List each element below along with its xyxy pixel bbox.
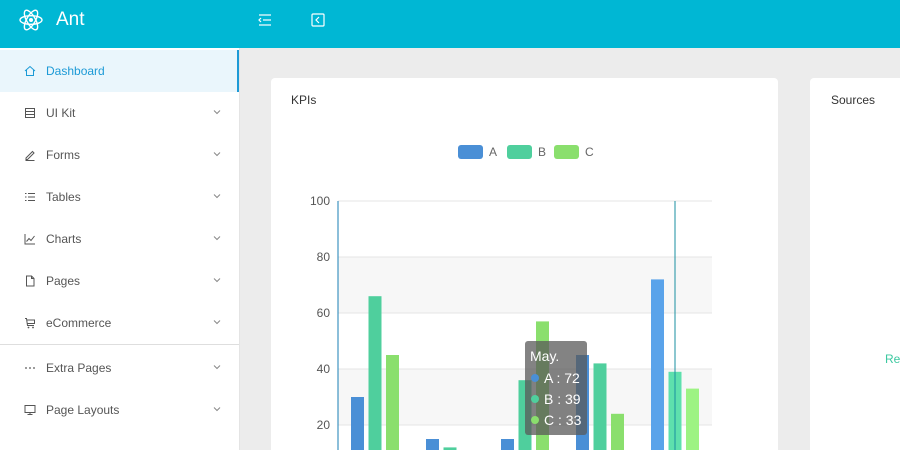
sidebar-item-label: Forms xyxy=(46,148,80,162)
sidebar: Dashboard UI Kit Forms Tables Charts Pag xyxy=(0,48,240,450)
home-icon xyxy=(24,65,36,77)
tooltip-value: C : 33 xyxy=(544,412,582,428)
chevron-down-icon xyxy=(213,151,221,157)
database-icon xyxy=(24,107,36,119)
brand[interactable]: Ant xyxy=(18,7,85,33)
sidebar-item-extra-pages[interactable]: Extra Pages xyxy=(0,347,239,389)
shopping-cart-icon xyxy=(24,317,36,329)
desktop-icon xyxy=(24,404,36,416)
chevron-down-icon xyxy=(213,319,221,325)
sidebar-item-label: Dashboard xyxy=(46,64,105,78)
legend-label: A xyxy=(489,145,498,159)
legend-label: C xyxy=(585,145,594,159)
chevron-down-icon xyxy=(213,109,221,115)
sidebar-item-label: Page Layouts xyxy=(46,403,120,417)
tooltip-value: B : 39 xyxy=(544,391,581,407)
sidebar-item-dashboard[interactable]: Dashboard xyxy=(0,50,239,92)
tooltip-dot xyxy=(531,374,539,382)
edit-icon xyxy=(24,149,36,161)
sidebar-item-ui-kit[interactable]: UI Kit xyxy=(0,92,239,134)
top-header: Ant xyxy=(0,0,900,48)
collapse-panel-button[interactable] xyxy=(310,12,326,28)
react-logo-icon xyxy=(19,9,43,31)
legend-swatch xyxy=(458,145,483,159)
sidebar-item-label: Pages xyxy=(46,274,81,288)
sidebar-item-charts[interactable]: Charts xyxy=(0,218,239,260)
tooltip-title: May. xyxy=(530,348,560,364)
sidebar-item-page-layouts[interactable]: Page Layouts xyxy=(0,389,239,431)
sidebar-item-label: Tables xyxy=(46,190,81,204)
tooltip-row-b: B : 39 xyxy=(531,391,581,407)
sources-card xyxy=(810,78,900,450)
sidebar-item-forms[interactable]: Forms xyxy=(0,134,239,176)
ellipsis-icon xyxy=(24,362,36,374)
sources-card-title: Sources xyxy=(831,93,876,107)
tooltip-row-a: A : 72 xyxy=(531,370,580,386)
legend-item-b[interactable]: B xyxy=(507,145,546,159)
chevron-down-icon xyxy=(213,193,221,199)
app-name: Ant xyxy=(56,9,85,30)
sidebar-item-pages[interactable]: Pages xyxy=(0,260,239,302)
menu-fold-icon xyxy=(258,14,271,26)
legend-swatch xyxy=(507,145,532,159)
legend-label: B xyxy=(538,145,547,159)
chart-tooltip: May. A : 72 B : 39 C : 33 xyxy=(525,341,587,435)
kpis-card-title: KPIs xyxy=(291,93,317,107)
sidebar-item-tables[interactable]: Tables xyxy=(0,176,239,218)
line-chart-icon xyxy=(24,233,36,245)
sidebar-item-label: Charts xyxy=(46,232,82,246)
legend-item-c[interactable]: C xyxy=(554,145,594,159)
menu-fold-button[interactable] xyxy=(257,12,273,28)
chevron-down-icon xyxy=(213,277,221,283)
chevron-down-icon xyxy=(213,364,221,370)
chevron-down-icon xyxy=(213,235,221,241)
legend-swatch xyxy=(554,145,579,159)
sidebar-item-label: Extra Pages xyxy=(46,361,112,375)
tooltip-dot xyxy=(531,416,539,424)
legend-item-a[interactable]: A xyxy=(458,145,497,159)
tooltip-row-c: C : 33 xyxy=(531,412,581,428)
file-icon xyxy=(24,275,36,287)
sidebar-item-label: UI Kit xyxy=(46,106,76,120)
sidebar-item-label: eCommerce xyxy=(46,316,112,330)
sidebar-item-ecommerce[interactable]: eCommerce xyxy=(0,302,239,344)
tooltip-dot xyxy=(531,395,539,403)
table-list-icon xyxy=(24,191,36,203)
sidebar-divider xyxy=(0,344,239,345)
sources-link[interactable]: Re xyxy=(885,352,900,366)
collapse-left-icon xyxy=(311,13,325,27)
tooltip-value: A : 72 xyxy=(544,370,580,386)
chevron-down-icon xyxy=(213,406,221,412)
